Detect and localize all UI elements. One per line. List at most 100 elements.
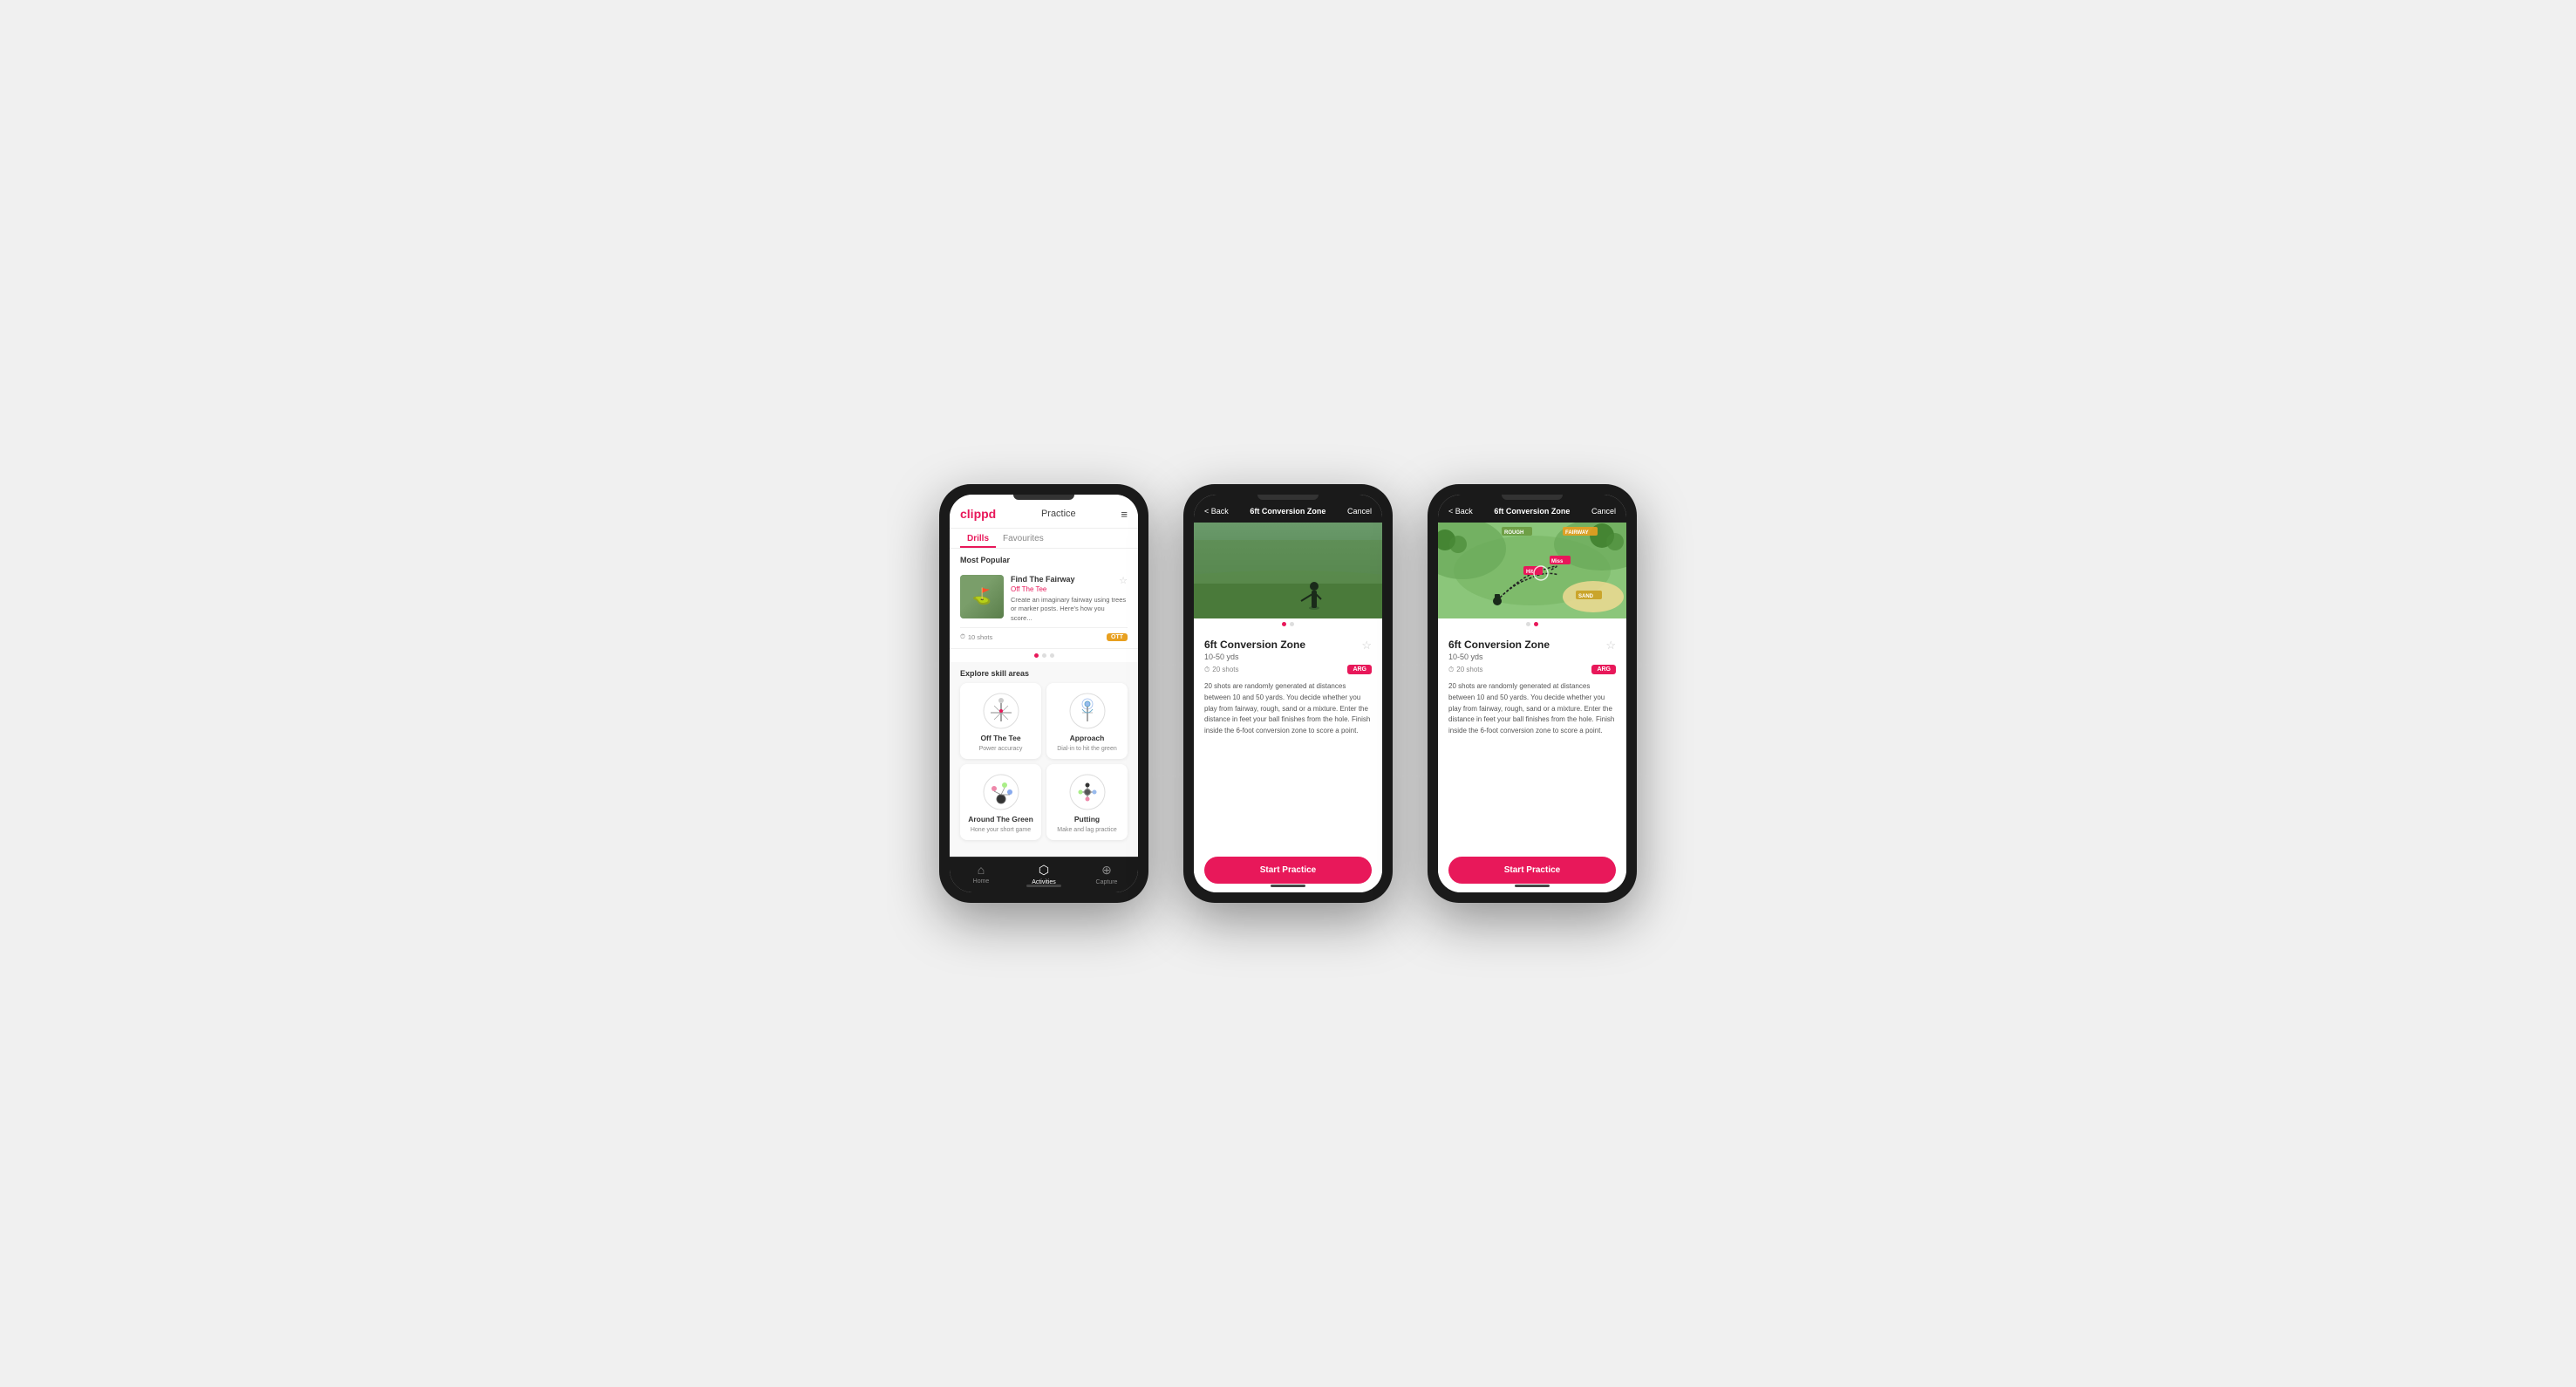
menu-icon[interactable]: ≡ [1121, 508, 1128, 521]
img-dot-2[interactable] [1290, 622, 1294, 626]
tab-favourites[interactable]: Favourites [996, 529, 1051, 548]
home-indicator [1026, 885, 1061, 887]
drill-header-title-3: 6ft Conversion Zone [1494, 507, 1570, 516]
skill-name-atg: Around The Green [968, 815, 1033, 823]
drill-title-3: 6ft Conversion Zone [1448, 639, 1616, 651]
header-title: Practice [1041, 509, 1076, 519]
drill-title: 6ft Conversion Zone [1204, 639, 1372, 651]
skill-around-green[interactable]: Around The Green Hone your short game [960, 764, 1041, 840]
phone-1: clippd Practice ≡ Drills Favourites Most… [939, 484, 1148, 903]
skill-off-the-tee[interactable]: Off The Tee Power accuracy [960, 683, 1041, 759]
drill-description: Create an imaginary fairway using trees … [1011, 596, 1128, 624]
start-practice-button-3[interactable]: Start Practice [1448, 857, 1616, 884]
phone-3-screen: < Back 6ft Conversion Zone Cancel [1438, 495, 1626, 892]
golf-map: Hit Miss FAIRWAY ROUGH SAND [1438, 523, 1626, 618]
drill-header-title: 6ft Conversion Zone [1250, 507, 1325, 516]
drill-distance-3: 10-50 yds [1448, 653, 1616, 661]
dot-1[interactable] [1034, 653, 1039, 658]
star-icon-3[interactable]: ☆ [1605, 639, 1616, 653]
nav-activities[interactable]: ⬡ Activities [1012, 863, 1075, 885]
cancel-button-3[interactable]: Cancel [1591, 507, 1616, 516]
home-icon: ⌂ [978, 863, 985, 877]
skill-desc-putting: Make and lag practice [1057, 827, 1116, 833]
skill-icon-atg [982, 773, 1020, 811]
clock-icon: ⏱ [960, 632, 965, 641]
skill-putting[interactable]: Putting Make and lag practice [1046, 764, 1128, 840]
drill-card-inner: Find The Fairway Off The Tee Create an i… [960, 575, 1128, 623]
phone-3-content: ☆ 6ft Conversion Zone 10-50 yds ⏱ 20 sho… [1438, 630, 1626, 850]
skill-approach[interactable]: Approach Dial-in to hit the green [1046, 683, 1128, 759]
back-button[interactable]: < Back [1204, 507, 1229, 516]
capture-icon: ⊕ [1101, 863, 1112, 878]
shots-info-3: ⏱ 20 shots [1448, 666, 1483, 674]
skill-desc-ott: Power accuracy [979, 746, 1023, 752]
most-popular-label: Most Popular [950, 549, 1138, 568]
featured-drill-card[interactable]: ☆ Find The Fairway Off The Tee Create an… [950, 568, 1138, 649]
skill-desc-approach: Dial-in to hit the green [1057, 746, 1116, 752]
image-dots [1194, 618, 1382, 630]
drill-description-3: 20 shots are randomly generated at dista… [1448, 681, 1616, 737]
skill-grid: Off The Tee Power accuracy [950, 683, 1138, 847]
drill-image [960, 575, 1004, 618]
explore-label: Explore skill areas [950, 662, 1138, 683]
drill-tag: OTT [1107, 633, 1128, 641]
phone-1-screen: clippd Practice ≡ Drills Favourites Most… [950, 495, 1138, 892]
shots-info: ⏱ 20 shots [1204, 666, 1239, 674]
drill-name: Find The Fairway [1011, 575, 1128, 585]
back-button-3[interactable]: < Back [1448, 507, 1473, 516]
star-icon[interactable]: ☆ [1361, 639, 1372, 653]
skill-name-approach: Approach [1070, 734, 1105, 742]
nav-home[interactable]: ⌂ Home [950, 863, 1012, 885]
drill-meta-row-3: ⏱ 20 shots ARG [1448, 665, 1616, 674]
phone-1-content: Most Popular ☆ Find The Fairway Off The … [950, 549, 1138, 857]
arg-tag: ARG [1347, 665, 1372, 674]
golf-photo [1194, 523, 1382, 618]
phone-2-screen: < Back 6ft Conversion Zone Cancel [1194, 495, 1382, 892]
dot-3[interactable] [1050, 653, 1054, 658]
dot-2[interactable] [1042, 653, 1046, 658]
svg-text:Miss: Miss [1551, 559, 1564, 564]
phone-2: < Back 6ft Conversion Zone Cancel [1183, 484, 1393, 903]
arg-tag-3: ARG [1591, 665, 1616, 674]
app-logo: clippd [960, 507, 996, 521]
drill-image-map: Hit Miss FAIRWAY ROUGH SAND [1438, 523, 1626, 618]
skill-icon-putting [1068, 773, 1107, 811]
star-icon[interactable]: ☆ [1119, 575, 1128, 586]
phone-3-notch [1502, 495, 1563, 500]
skill-desc-atg: Hone your short game [971, 827, 1031, 833]
home-indicator-3 [1515, 885, 1550, 887]
tab-drills[interactable]: Drills [960, 529, 996, 548]
skill-name-ott: Off The Tee [980, 734, 1020, 742]
shots-clock-icon: ⏱ [1204, 666, 1210, 674]
svg-text:ROUGH: ROUGH [1504, 530, 1523, 536]
drill-golfer-img [960, 575, 1004, 618]
img-dot-3-2[interactable] [1534, 622, 1538, 626]
drill-subtitle: Off The Tee [1011, 585, 1128, 593]
nav-capture[interactable]: ⊕ Capture [1075, 863, 1138, 885]
home-indicator [1271, 885, 1305, 887]
nav-home-label: Home [973, 878, 990, 885]
svg-text:SAND: SAND [1578, 594, 1594, 599]
image-dots-3 [1438, 618, 1626, 630]
img-dot-3-1[interactable] [1526, 622, 1530, 626]
drill-info: Find The Fairway Off The Tee Create an i… [1011, 575, 1128, 623]
drill-distance: 10-50 yds [1204, 653, 1372, 661]
svg-text:FAIRWAY: FAIRWAY [1565, 530, 1589, 536]
drill-shots: ⏱ 10 shots [960, 632, 992, 641]
activities-icon: ⬡ [1039, 863, 1049, 878]
phone-1-notch [1013, 495, 1074, 500]
drill-description: 20 shots are randomly generated at dista… [1204, 681, 1372, 737]
cancel-button[interactable]: Cancel [1347, 507, 1372, 516]
phones-container: clippd Practice ≡ Drills Favourites Most… [939, 484, 1637, 903]
svg-text:Hit: Hit [1526, 570, 1533, 575]
start-practice-button[interactable]: Start Practice [1204, 857, 1372, 884]
img-dot-1[interactable] [1282, 622, 1286, 626]
phone-3: < Back 6ft Conversion Zone Cancel [1428, 484, 1637, 903]
phone-2-content: ☆ 6ft Conversion Zone 10-50 yds ⏱ 20 sho… [1194, 630, 1382, 850]
nav-capture-label: Capture [1096, 879, 1118, 885]
phone-2-notch [1257, 495, 1319, 500]
drill-image-photo [1194, 523, 1382, 618]
drill-meta-row: ⏱ 20 shots ARG [1204, 665, 1372, 674]
skill-name-putting: Putting [1074, 815, 1100, 823]
tabs-bar: Drills Favourites [950, 529, 1138, 549]
